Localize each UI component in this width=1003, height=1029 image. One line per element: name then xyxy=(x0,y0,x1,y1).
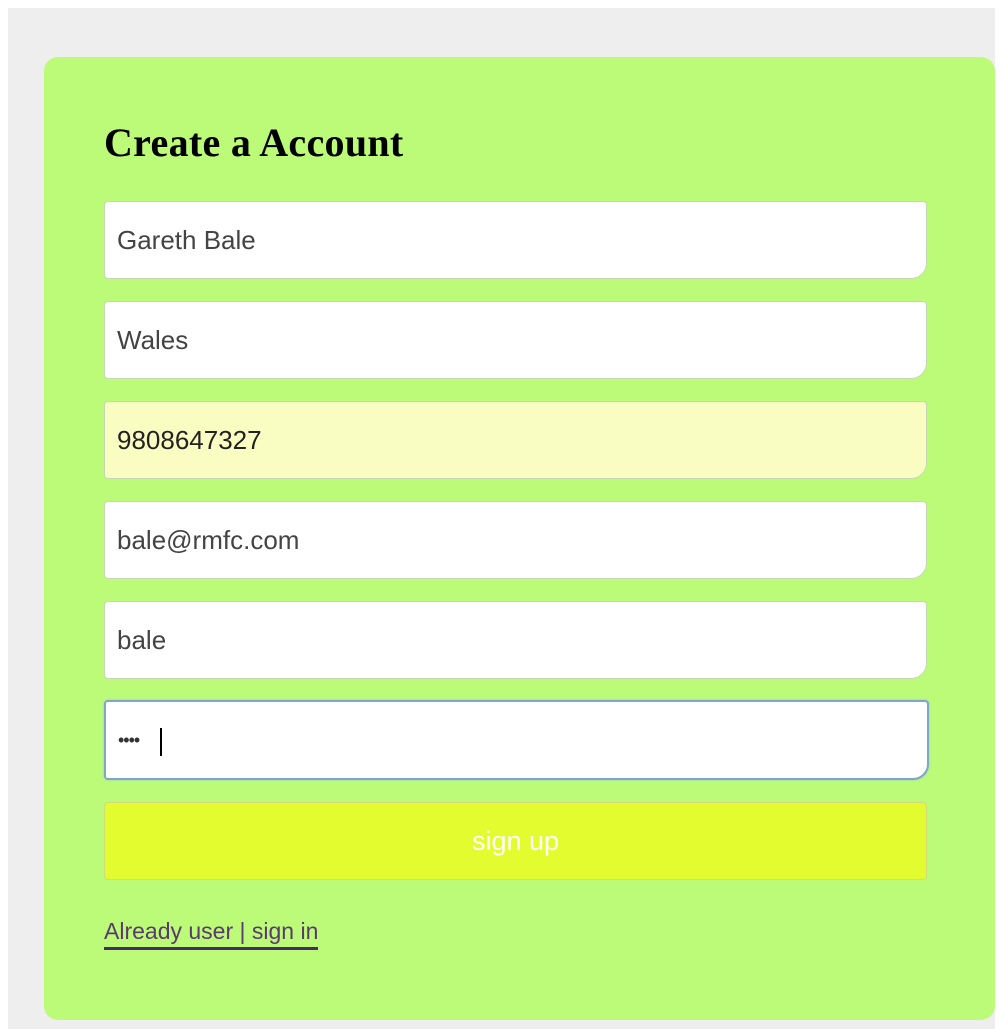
signup-card: Create a Account sign up Already user | … xyxy=(44,57,995,1020)
full-name-input[interactable] xyxy=(104,201,927,279)
username-input[interactable] xyxy=(104,601,927,679)
page-background: Create a Account sign up Already user | … xyxy=(8,8,995,1029)
country-input[interactable] xyxy=(104,301,927,379)
email-input[interactable] xyxy=(104,501,927,579)
sign-up-button[interactable]: sign up xyxy=(104,802,927,880)
text-caret xyxy=(160,728,162,756)
phone-input[interactable] xyxy=(104,401,927,479)
form-title: Create a Account xyxy=(104,120,404,165)
password-input[interactable] xyxy=(104,700,929,780)
sign-in-link[interactable]: Already user | sign in xyxy=(104,917,319,950)
password-field-wrapper xyxy=(104,700,929,780)
